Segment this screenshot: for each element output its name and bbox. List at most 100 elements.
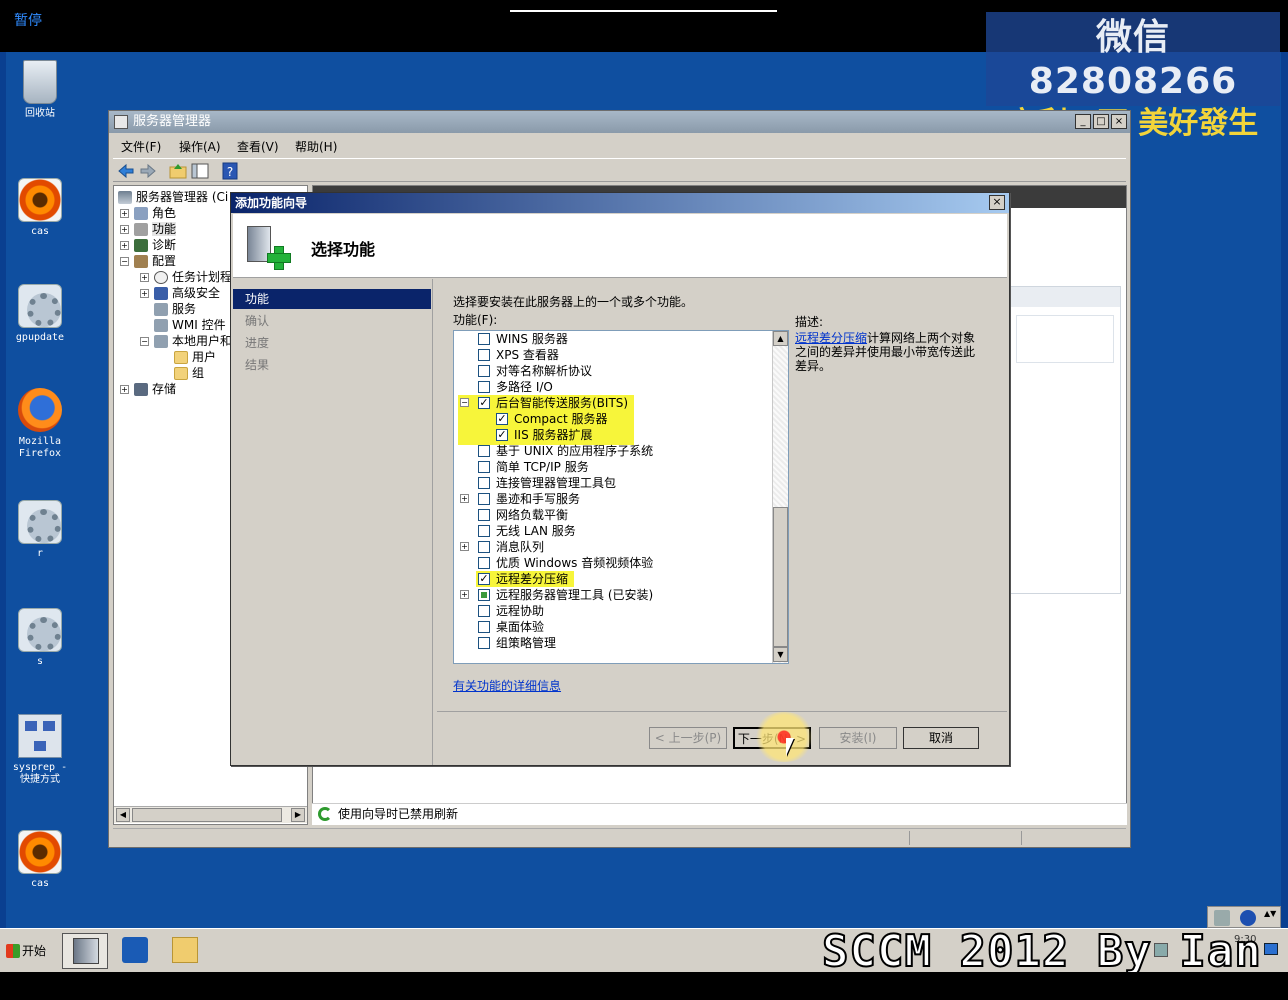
feature-row-rdc[interactable]: ✓ 远程差分压缩 bbox=[454, 571, 774, 587]
features-list[interactable]: WINS 服务器 XPS 查看器 对等名称解析协议 多路径 I/O − ✓ 后台智能… bbox=[453, 330, 789, 664]
scroll-up-icon[interactable]: ▲ bbox=[773, 331, 788, 346]
feature-row[interactable]: 无线 LAN 服务 bbox=[454, 523, 774, 539]
video-progress-line[interactable] bbox=[510, 10, 777, 12]
feature-row[interactable]: 远程协助 bbox=[454, 603, 774, 619]
tree-item-configuration[interactable]: − 配置 bbox=[120, 252, 176, 269]
tree-item-roles[interactable]: + 角色 bbox=[120, 204, 176, 221]
feature-row[interactable]: 基于 UNIX 的应用程序子系统 bbox=[454, 443, 774, 459]
expand-icon[interactable]: + bbox=[460, 590, 469, 599]
menu-action[interactable]: 操作(A) bbox=[179, 138, 221, 155]
maximize-button[interactable]: □ bbox=[1093, 114, 1109, 129]
collapse-icon[interactable]: − bbox=[140, 337, 149, 346]
feature-checkbox[interactable]: ✓ bbox=[496, 413, 508, 425]
start-button[interactable]: 开始 bbox=[4, 939, 52, 963]
wizard-step-features[interactable]: 功能 bbox=[233, 289, 431, 309]
desktop-icon-gpupdate[interactable]: gpupdate bbox=[10, 284, 70, 344]
wizard-close-button[interactable]: × bbox=[989, 195, 1005, 210]
feature-row[interactable]: 组策略管理 bbox=[454, 635, 774, 651]
feature-row-bits[interactable]: − ✓ 后台智能传送服务(BITS) bbox=[454, 395, 774, 411]
feature-row[interactable]: ✓ IIS 服务器扩展 bbox=[454, 427, 774, 443]
description-link[interactable]: 远程差分压缩 bbox=[795, 331, 867, 345]
feature-checkbox[interactable]: ✓ bbox=[478, 397, 490, 409]
forward-arrow-icon[interactable] bbox=[139, 162, 157, 180]
desktop-icon-recycle-bin[interactable]: 回收站 bbox=[10, 60, 70, 120]
tree-item-services[interactable]: 服务 bbox=[154, 300, 196, 317]
feature-checkbox[interactable]: ✓ bbox=[496, 429, 508, 441]
desktop-icon-cas-2[interactable]: cas bbox=[10, 830, 70, 890]
taskbar-powershell[interactable] bbox=[112, 933, 158, 969]
close-button[interactable]: × bbox=[1111, 114, 1127, 129]
desktop-icon-cas[interactable]: cas bbox=[10, 178, 70, 238]
taskbar-explorer[interactable] bbox=[162, 933, 208, 969]
desktop-icon-firefox[interactable]: Mozilla Firefox bbox=[10, 388, 70, 460]
expand-icon[interactable]: + bbox=[460, 494, 469, 503]
help-icon[interactable]: ? bbox=[221, 162, 239, 180]
action-center-icon[interactable] bbox=[1264, 943, 1278, 955]
tree-item-groups[interactable]: 组 bbox=[174, 364, 204, 381]
scroll-down-icon[interactable]: ▼ bbox=[773, 647, 788, 662]
feature-row[interactable]: 网络负载平衡 bbox=[454, 507, 774, 523]
feature-checkbox[interactable]: ✓ bbox=[478, 573, 490, 585]
scroll-thumb[interactable] bbox=[773, 507, 788, 647]
menu-view[interactable]: 查看(V) bbox=[237, 138, 279, 155]
help-icon[interactable] bbox=[1240, 910, 1256, 926]
collapse-icon[interactable]: − bbox=[460, 398, 469, 407]
feature-checkbox[interactable] bbox=[478, 445, 490, 457]
tree-item-features[interactable]: + 功能 bbox=[120, 220, 177, 237]
pause-label[interactable]: 暂停 bbox=[14, 10, 42, 30]
expand-icon[interactable]: + bbox=[120, 385, 129, 394]
expand-icon[interactable]: + bbox=[120, 209, 129, 218]
prev-button[interactable]: < 上一步(P) bbox=[649, 727, 727, 749]
tree-item-server-manager[interactable]: 服务器管理器 (Ci bbox=[118, 188, 228, 205]
tree-item-users[interactable]: 用户 bbox=[174, 348, 216, 365]
cancel-button[interactable]: 取消 bbox=[903, 727, 979, 749]
feature-checkbox[interactable] bbox=[478, 509, 490, 521]
collapse-icon[interactable]: − bbox=[120, 257, 129, 266]
feature-row[interactable]: 连接管理器管理工具包 bbox=[454, 475, 774, 491]
feature-checkbox[interactable] bbox=[478, 333, 490, 345]
show-hide-tree-icon[interactable] bbox=[191, 162, 209, 180]
feature-row[interactable]: + 消息队列 bbox=[454, 539, 774, 555]
feature-checkbox-partial[interactable] bbox=[478, 589, 490, 601]
feature-row[interactable]: WINS 服务器 bbox=[454, 331, 774, 347]
wizard-titlebar[interactable]: 添加功能向导 × bbox=[231, 193, 1009, 213]
feature-checkbox[interactable] bbox=[478, 381, 490, 393]
server-manager-titlebar[interactable]: 服务器管理器 _ □ × bbox=[109, 111, 1130, 133]
feature-checkbox[interactable] bbox=[478, 605, 490, 617]
feature-checkbox[interactable] bbox=[478, 621, 490, 633]
feature-checkbox[interactable] bbox=[478, 541, 490, 553]
feature-checkbox[interactable] bbox=[478, 493, 490, 505]
tree-horizontal-scrollbar[interactable]: ◀ ▶ bbox=[114, 806, 307, 823]
minimize-button[interactable]: _ bbox=[1075, 114, 1091, 129]
feature-row[interactable]: XPS 查看器 bbox=[454, 347, 774, 363]
tree-item-advanced-security[interactable]: + 高级安全 bbox=[140, 284, 220, 301]
feature-checkbox[interactable] bbox=[478, 637, 490, 649]
desktop-icon-sysprep[interactable]: sysprep - 快捷方式 bbox=[10, 714, 70, 786]
feature-row[interactable]: 简单 TCP/IP 服务 bbox=[454, 459, 774, 475]
expand-icon[interactable]: + bbox=[120, 241, 129, 250]
install-button[interactable]: 安装(I) bbox=[819, 727, 897, 749]
feature-checkbox[interactable] bbox=[478, 525, 490, 537]
feature-row[interactable]: ✓ Compact 服务器 bbox=[454, 411, 774, 427]
feature-row[interactable]: + 墨迹和手写服务 bbox=[454, 491, 774, 507]
desktop-icon-s[interactable]: s bbox=[10, 608, 70, 668]
back-arrow-icon[interactable] bbox=[117, 162, 135, 180]
expand-icon[interactable]: + bbox=[460, 542, 469, 551]
taskbar-server-manager[interactable] bbox=[62, 933, 108, 969]
feature-checkbox[interactable] bbox=[478, 557, 490, 569]
expand-icon[interactable]: + bbox=[140, 273, 149, 282]
feature-row[interactable]: 桌面体验 bbox=[454, 619, 774, 635]
menu-help[interactable]: 帮助(H) bbox=[295, 138, 337, 155]
feature-checkbox[interactable] bbox=[478, 461, 490, 473]
feature-row[interactable]: + 远程服务器管理工具 (已安装) bbox=[454, 587, 774, 603]
tree-item-wmi[interactable]: WMI 控件 bbox=[154, 316, 226, 333]
feature-row[interactable]: 多路径 I/O bbox=[454, 379, 774, 395]
tree-item-storage[interactable]: + 存储 bbox=[120, 380, 176, 397]
tree-item-task-scheduler[interactable]: + 任务计划程 bbox=[140, 268, 232, 285]
expand-icon[interactable]: + bbox=[120, 225, 129, 234]
features-vertical-scrollbar[interactable]: ▲ ▼ bbox=[772, 331, 788, 663]
feature-checkbox[interactable] bbox=[478, 477, 490, 489]
feature-checkbox[interactable] bbox=[478, 365, 490, 377]
feature-row[interactable]: 对等名称解析协议 bbox=[454, 363, 774, 379]
more-info-link[interactable]: 有关功能的详细信息 bbox=[453, 677, 561, 694]
